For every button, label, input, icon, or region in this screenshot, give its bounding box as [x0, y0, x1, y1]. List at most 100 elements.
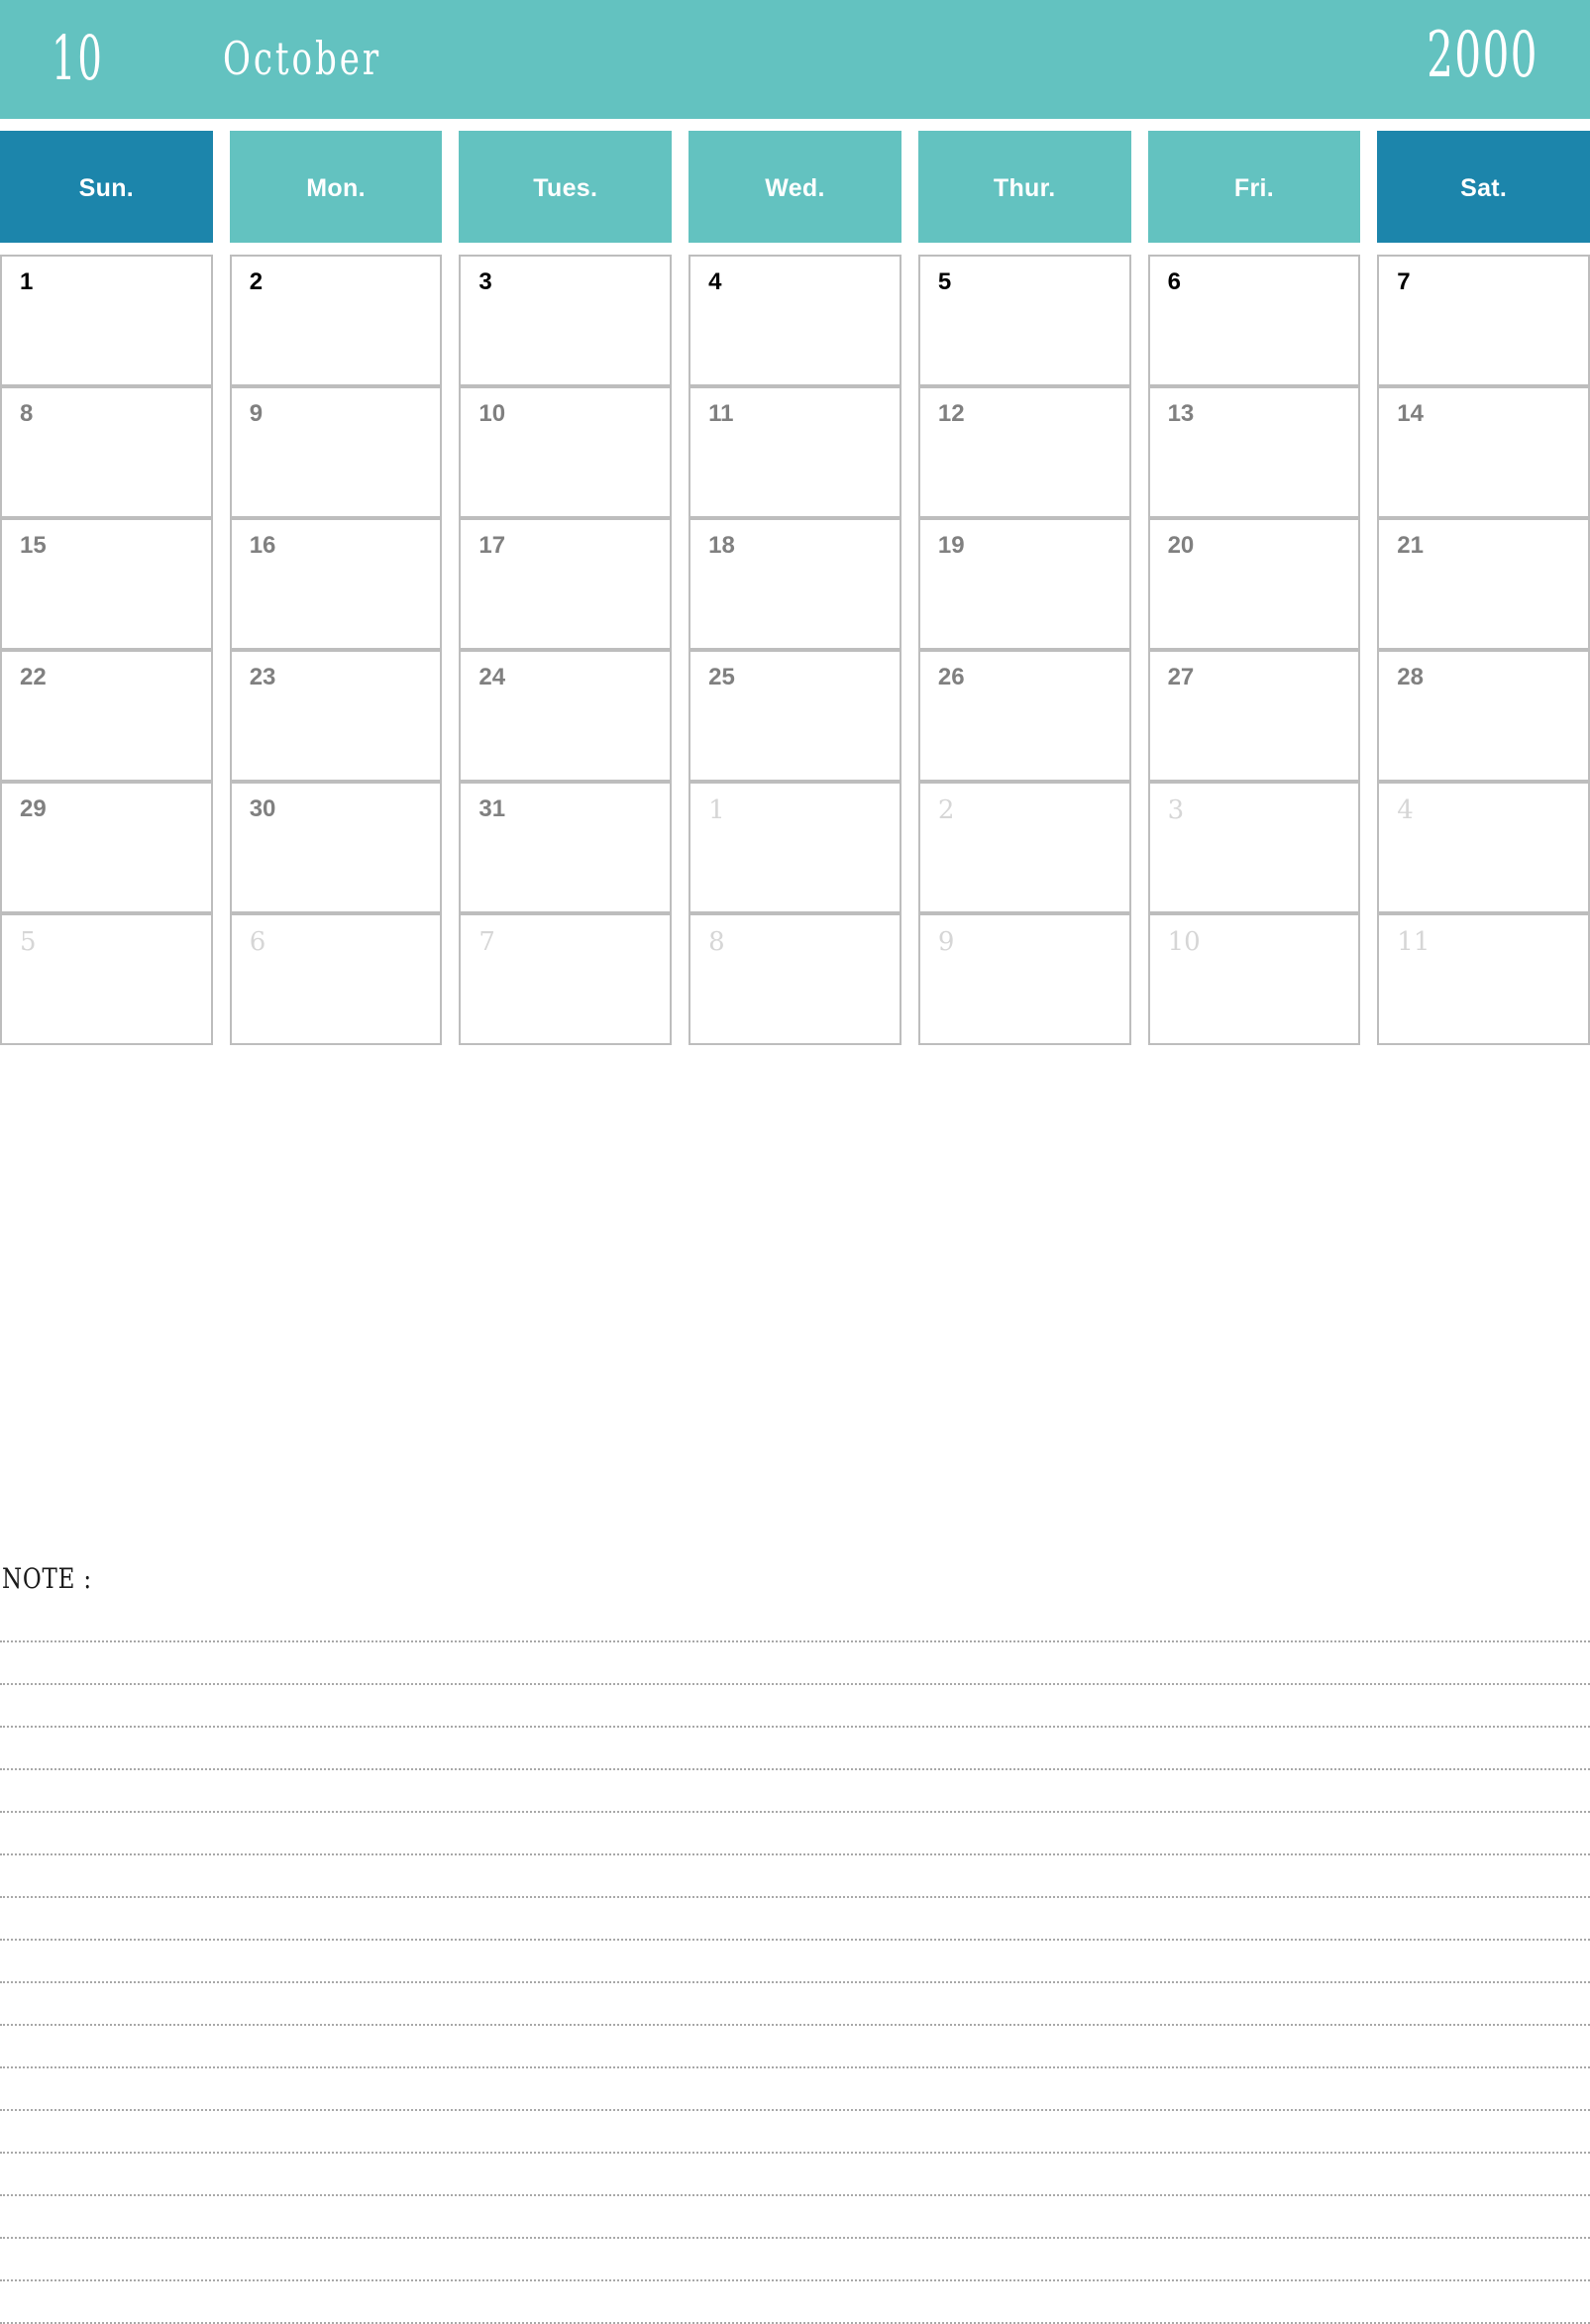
day-number: 25: [708, 664, 735, 690]
note-line[interactable]: [0, 1941, 1590, 1983]
note-line[interactable]: [0, 2281, 1590, 2324]
day-cell[interactable]: 3: [1147, 782, 1361, 913]
day-cell[interactable]: 25: [689, 650, 901, 782]
day-cell[interactable]: 9: [229, 386, 443, 518]
day-number: 13: [1167, 400, 1195, 427]
day-number: 30: [249, 795, 276, 822]
weekday-label: Sun.: [78, 174, 135, 202]
day-cell[interactable]: 6: [1147, 255, 1361, 386]
day-cell[interactable]: 10: [1147, 913, 1361, 1045]
day-cell[interactable]: 2: [229, 255, 443, 386]
day-number: 21: [1397, 532, 1424, 559]
day-cell[interactable]: 5: [0, 913, 213, 1045]
day-cell[interactable]: 6: [229, 913, 443, 1045]
day-number: 8: [708, 927, 725, 957]
note-line[interactable]: [0, 1770, 1590, 1813]
day-cell[interactable]: 12: [917, 386, 1131, 518]
day-cell[interactable]: 8: [0, 386, 213, 518]
day-cell[interactable]: 28: [1377, 650, 1590, 782]
day-cell[interactable]: 27: [1147, 650, 1361, 782]
day-number: 15: [20, 532, 47, 559]
weekday-header-sat: Sat.: [1377, 131, 1590, 243]
month-name: October: [223, 32, 382, 85]
day-cell[interactable]: 8: [689, 913, 901, 1045]
day-number: 7: [478, 927, 495, 957]
day-number: 7: [1397, 268, 1411, 295]
note-line[interactable]: [0, 2111, 1590, 2154]
day-number: 14: [1397, 400, 1424, 427]
note-line[interactable]: [0, 1983, 1590, 2026]
day-cell[interactable]: 24: [459, 650, 673, 782]
day-cell[interactable]: 7: [459, 913, 673, 1045]
weekday-header-tues: Tues.: [459, 131, 673, 243]
day-number: 3: [1167, 795, 1185, 825]
day-cell[interactable]: 29: [0, 782, 213, 913]
day-cell[interactable]: 10: [459, 386, 673, 518]
day-cell[interactable]: 18: [689, 518, 901, 650]
weekday-label: Fri.: [1233, 174, 1274, 202]
day-cell[interactable]: 11: [689, 386, 901, 518]
day-number: 4: [1397, 795, 1414, 825]
day-cell[interactable]: 17: [459, 518, 673, 650]
day-cell[interactable]: 13: [1147, 386, 1361, 518]
note-line[interactable]: [0, 2068, 1590, 2111]
day-number: 18: [708, 532, 735, 559]
day-number: 5: [20, 927, 37, 957]
day-cell[interactable]: 7: [1377, 255, 1590, 386]
day-cell[interactable]: 5: [917, 255, 1131, 386]
day-cell[interactable]: 4: [689, 255, 901, 386]
note-line[interactable]: [0, 1728, 1590, 1770]
note-line[interactable]: [0, 2154, 1590, 2196]
day-number: 4: [708, 268, 722, 295]
weekday-label: Wed.: [765, 174, 825, 202]
note-line[interactable]: [0, 1855, 1590, 1898]
weekday-header-mon: Mon.: [229, 131, 443, 243]
note-lines: [0, 1600, 1590, 2324]
day-number: 1: [20, 268, 34, 295]
day-cell[interactable]: 30: [229, 782, 443, 913]
day-cell[interactable]: 21: [1377, 518, 1590, 650]
note-line[interactable]: [0, 2196, 1590, 2239]
day-number: 17: [478, 532, 506, 559]
day-number: 31: [478, 795, 506, 822]
note-line[interactable]: [0, 1642, 1590, 1685]
day-cell[interactable]: 22: [0, 650, 213, 782]
day-number: 9: [937, 927, 955, 957]
note-line[interactable]: [0, 2239, 1590, 2281]
note-line[interactable]: [0, 1813, 1590, 1855]
day-cell[interactable]: 31: [459, 782, 673, 913]
day-cell[interactable]: 1: [689, 782, 901, 913]
note-line[interactable]: [0, 1685, 1590, 1728]
note-line[interactable]: [0, 1600, 1590, 1642]
year-label: 2000: [1427, 19, 1538, 92]
note-line[interactable]: [0, 1898, 1590, 1941]
day-number: 27: [1167, 664, 1195, 690]
day-cell[interactable]: 3: [459, 255, 673, 386]
day-cell[interactable]: 14: [1377, 386, 1590, 518]
day-cell[interactable]: 26: [917, 650, 1131, 782]
day-cell[interactable]: 11: [1377, 913, 1590, 1045]
day-number: 22: [20, 664, 47, 690]
day-cell[interactable]: 9: [917, 913, 1131, 1045]
weekday-header-wed: Wed.: [689, 131, 901, 243]
day-number: 3: [478, 268, 492, 295]
weekday-header-sun: Sun.: [0, 131, 213, 243]
day-cell[interactable]: 23: [229, 650, 443, 782]
day-cell[interactable]: 1: [0, 255, 213, 386]
day-number: 2: [937, 795, 955, 825]
day-number: 8: [20, 400, 34, 427]
month-number: 10: [52, 22, 104, 94]
day-cell[interactable]: 16: [229, 518, 443, 650]
weekday-label: Tues.: [533, 174, 598, 202]
day-cell[interactable]: 20: [1147, 518, 1361, 650]
note-label: NOTE :: [2, 1562, 92, 1595]
day-cell[interactable]: 19: [917, 518, 1131, 650]
day-number: 2: [249, 268, 264, 295]
day-cell[interactable]: 15: [0, 518, 213, 650]
note-line[interactable]: [0, 2026, 1590, 2068]
day-number: 5: [937, 268, 952, 295]
day-cell[interactable]: 4: [1377, 782, 1590, 913]
day-cell[interactable]: 2: [917, 782, 1131, 913]
day-number: 11: [1397, 927, 1431, 957]
day-number: 20: [1167, 532, 1195, 559]
